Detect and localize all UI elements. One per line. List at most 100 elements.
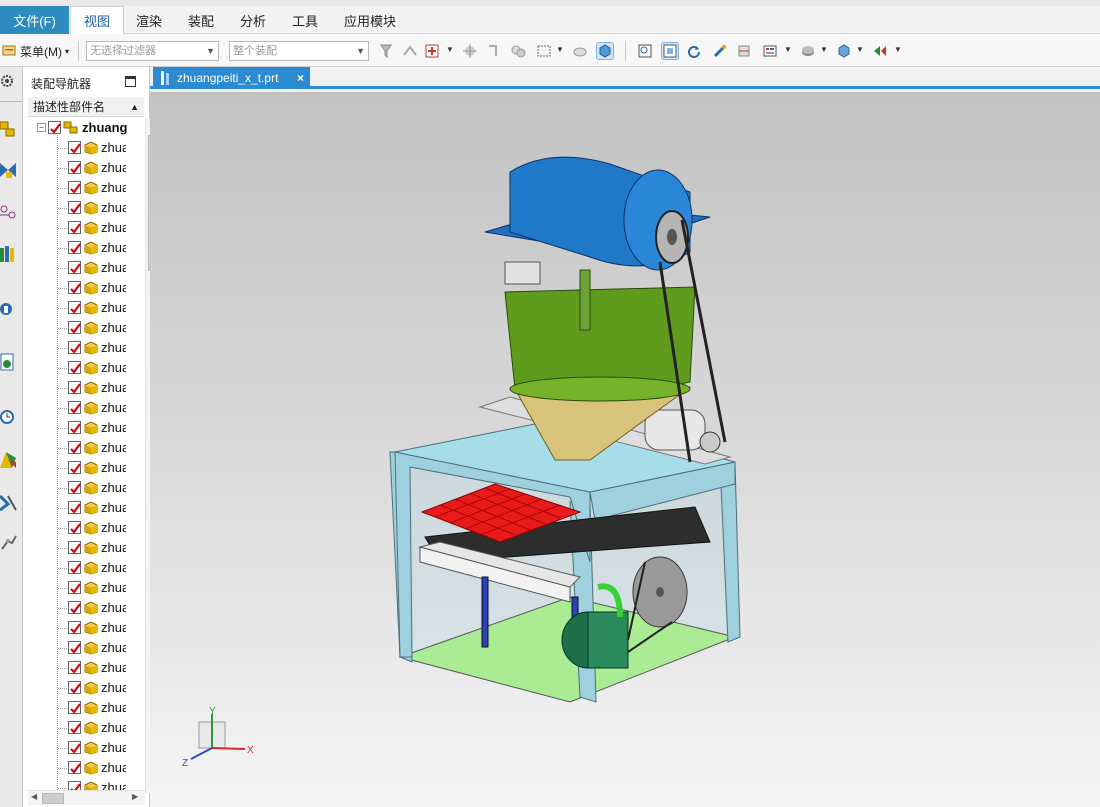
visibility-checkbox[interactable] [68, 421, 81, 434]
tree-item-row[interactable]: zhua [28, 238, 140, 258]
tree-item-row[interactable]: zhua [28, 158, 140, 178]
tree-item-row[interactable]: zhua [28, 558, 140, 578]
file-menu-button[interactable]: 文件(F) [0, 6, 69, 34]
tree-item-row[interactable]: zhua [28, 758, 140, 778]
visibility-checkbox[interactable] [68, 461, 81, 474]
tree-item-row[interactable]: zhua [28, 698, 140, 718]
graphics-viewport[interactable]: Y X Z [150, 92, 1100, 807]
selection-scope-dropdown[interactable]: 整个装配 ▼ [229, 41, 369, 61]
visibility-checkbox[interactable] [68, 641, 81, 654]
visibility-checkbox[interactable] [68, 261, 81, 274]
reuse-library-icon[interactable] [0, 244, 18, 264]
tree-item-row[interactable]: zhua [28, 178, 140, 198]
visibility-checkbox[interactable] [68, 501, 81, 514]
hide-icon[interactable] [572, 43, 588, 59]
visibility-checkbox[interactable] [68, 361, 81, 374]
tab-application[interactable]: 应用模块 [336, 6, 404, 34]
collapse-icon[interactable]: − [37, 123, 46, 132]
tree-item-row[interactable]: zhua [28, 418, 140, 438]
visibility-checkbox[interactable] [68, 401, 81, 414]
settings-icon[interactable] [0, 71, 18, 91]
visibility-checkbox[interactable] [68, 341, 81, 354]
selection-filter-dropdown[interactable]: 无选择过滤器 ▼ [86, 41, 219, 61]
visibility-checkbox[interactable] [68, 661, 81, 674]
tree-item-row[interactable]: zhua [28, 578, 140, 598]
tree-item-row[interactable]: zhua [28, 318, 140, 338]
tree-item-row[interactable]: zhua [28, 538, 140, 558]
show-hide-icon[interactable] [872, 43, 888, 59]
tree-item-row[interactable]: zhua [28, 738, 140, 758]
maximize-icon[interactable] [125, 76, 136, 87]
scroll-left-icon[interactable]: ◀ [31, 792, 37, 801]
menu-button[interactable]: 菜单(M) ▾ [2, 42, 69, 60]
tree-item-row[interactable]: zhua [28, 678, 140, 698]
tree-item-row[interactable]: zhua [28, 378, 140, 398]
roles-icon[interactable] [0, 533, 18, 553]
visibility-checkbox[interactable] [68, 441, 81, 454]
chevron-down-icon[interactable]: ▼ [820, 45, 828, 54]
tab-tools[interactable]: 工具 [282, 6, 328, 34]
visibility-checkbox[interactable] [68, 521, 81, 534]
drag-icon[interactable] [462, 43, 478, 59]
tab-render[interactable]: 渲染 [126, 6, 172, 34]
tab-view[interactable]: 视图 [70, 6, 124, 34]
chevron-down-icon[interactable]: ▼ [446, 45, 454, 54]
tree-item-row[interactable]: zhua [28, 438, 140, 458]
system-materials-icon[interactable] [0, 450, 18, 470]
tree-item-row[interactable]: zhua [28, 518, 140, 538]
visibility-checkbox[interactable] [68, 301, 81, 314]
tree-item-row[interactable]: zhua [28, 218, 140, 238]
visibility-checkbox[interactable] [68, 761, 81, 774]
visibility-checkbox[interactable] [68, 221, 81, 234]
visibility-checkbox[interactable] [68, 161, 81, 174]
tree-item-row[interactable]: zhua [28, 138, 140, 158]
visibility-checkbox[interactable] [68, 621, 81, 634]
visibility-checkbox[interactable] [68, 581, 81, 594]
chevron-down-icon[interactable]: ▼ [556, 45, 564, 54]
tree-item-row[interactable]: zhua [28, 358, 140, 378]
part-navigator-icon[interactable] [0, 201, 18, 221]
hd3d-tools-icon[interactable] [0, 297, 18, 317]
visibility-checkbox[interactable] [68, 541, 81, 554]
tree-item-row[interactable]: zhua [28, 458, 140, 478]
assembly-model[interactable] [150, 92, 1100, 807]
visibility-checkbox[interactable] [68, 601, 81, 614]
visibility-checkbox[interactable] [68, 721, 81, 734]
visibility-checkbox[interactable] [68, 481, 81, 494]
visibility-checkbox[interactable] [68, 201, 81, 214]
visibility-checkbox[interactable] [68, 321, 81, 334]
tab-analysis[interactable]: 分析 [230, 6, 276, 34]
tree-item-row[interactable]: zhua [28, 198, 140, 218]
tree-item-row[interactable]: zhua [28, 298, 140, 318]
box-select-icon[interactable] [536, 43, 552, 59]
section-icon[interactable] [736, 43, 752, 59]
tree-item-row[interactable]: zhua [28, 338, 140, 358]
chevron-down-icon[interactable]: ▼ [784, 45, 792, 54]
layer-icon[interactable] [762, 43, 778, 59]
fit-icon[interactable] [637, 43, 653, 59]
tree-item-row[interactable]: zhua [28, 278, 140, 298]
pan-icon[interactable] [712, 43, 728, 59]
tab-assembly[interactable]: 装配 [178, 6, 224, 34]
rotate-icon[interactable] [686, 43, 702, 59]
web-browser-icon[interactable] [0, 352, 18, 372]
close-icon[interactable]: × [297, 67, 304, 89]
orient-icon[interactable] [836, 43, 852, 59]
column-header[interactable]: 描述性部件名 ▲ [28, 97, 144, 117]
tree-root-row[interactable]: − zhuang [28, 118, 140, 138]
tree-item-row[interactable]: zhua [28, 478, 140, 498]
visibility-checkbox[interactable] [68, 561, 81, 574]
process-studio-icon[interactable] [0, 492, 18, 512]
tree-item-row[interactable]: zhua [28, 498, 140, 518]
scrollbar-thumb[interactable] [42, 793, 64, 804]
history-icon[interactable] [0, 406, 18, 426]
chevron-down-icon[interactable]: ▼ [856, 45, 864, 54]
horizontal-scrollbar[interactable]: ◀ ▶ [28, 790, 145, 805]
tree-item-row[interactable]: zhua [28, 718, 140, 738]
assembly-navigator-icon[interactable] [0, 119, 18, 139]
tree-item-row[interactable]: zhua [28, 398, 140, 418]
visibility-checkbox[interactable] [68, 701, 81, 714]
visibility-checkbox[interactable] [68, 681, 81, 694]
group-icon[interactable] [510, 43, 526, 59]
visibility-checkbox[interactable] [68, 281, 81, 294]
